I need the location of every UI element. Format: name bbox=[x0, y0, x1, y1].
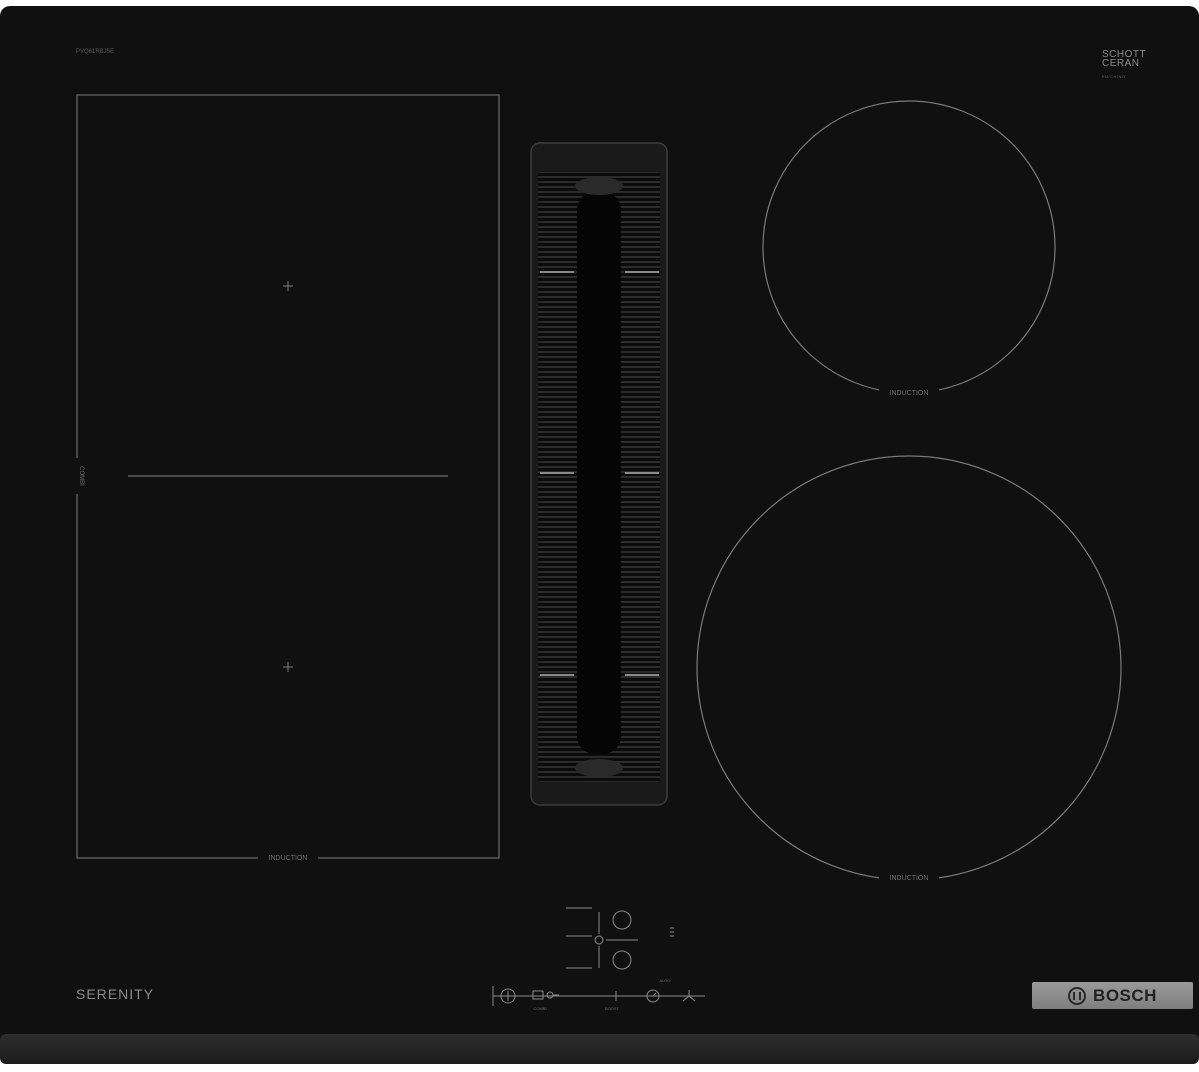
downdraft-vent[interactable] bbox=[530, 142, 668, 806]
cooktop-surface: INDUCTION COMBI INDUCTION INDUCTION COMB… bbox=[0, 6, 1199, 1064]
brand-plate: BOSCH bbox=[1032, 982, 1193, 1009]
front-edge-trim bbox=[0, 1034, 1199, 1064]
combi-side-label: COMBI bbox=[78, 466, 84, 486]
control-combi-label: COMBI bbox=[533, 1006, 546, 1011]
glass-logo-line2: CERAN bbox=[1102, 58, 1140, 69]
glass-brand-logo: SCHOTT CERAN EU/CH/NO bbox=[1102, 50, 1146, 81]
series-name: SERENITY bbox=[76, 986, 155, 1002]
top-right-zone-label: INDUCTION bbox=[890, 390, 929, 397]
combi-zone-label: INDUCTION bbox=[269, 855, 308, 862]
bottom-right-zone-label: INDUCTION bbox=[890, 875, 929, 882]
hood-auto-indicator: AUTO bbox=[659, 978, 670, 983]
brand-name: BOSCH bbox=[1093, 985, 1157, 1005]
bosch-logo-icon bbox=[1068, 986, 1087, 1005]
glass-logo-sub: EU/CH/NO bbox=[1102, 74, 1126, 79]
control-boost-label: BOOST bbox=[605, 1006, 620, 1011]
model-number: PVQ61RBJ5E bbox=[76, 49, 115, 55]
